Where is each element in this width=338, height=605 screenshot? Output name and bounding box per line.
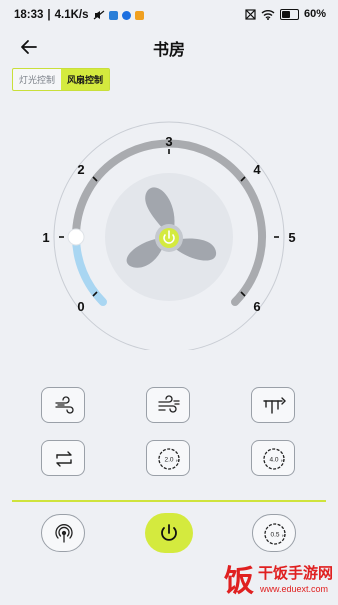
- speed-knob: [67, 228, 85, 246]
- app-notify-icon: [121, 10, 131, 20]
- timer-2h-button[interactable]: 2.0 H: [146, 440, 190, 476]
- level-label-6: 6: [253, 299, 260, 314]
- wind-mode-1-button[interactable]: [41, 387, 85, 423]
- app-notify-icon: [134, 10, 144, 20]
- bottom-divider: [12, 500, 326, 502]
- wind-mode-2-button[interactable]: [146, 387, 190, 423]
- timer-icon: 0.5 H: [264, 523, 286, 545]
- wind-strong-icon: [158, 395, 180, 413]
- level-label-3: 3: [165, 134, 172, 149]
- timer-half-hour-label: 0.5: [270, 532, 279, 539]
- swing-arrows-icon: [56, 451, 72, 467]
- watermark-url: www.eduext.com: [259, 584, 328, 594]
- level-label-0: 0: [77, 299, 84, 314]
- level-label-5: 5: [288, 230, 295, 245]
- tab-fan-control[interactable]: 风扇控制: [61, 69, 110, 90]
- status-bar: 18:33 | 4.1K/s 60%: [14, 8, 326, 21]
- status-time: 18:33: [14, 9, 44, 21]
- timer-icon: 2.0 H: [158, 448, 180, 470]
- tab-light-control[interactable]: 灯光控制: [13, 69, 61, 90]
- app-notify-icon: [108, 10, 118, 20]
- fan-head-icon: [263, 397, 286, 414]
- timer-4h-label: 4.0: [269, 457, 278, 464]
- ion-button[interactable]: [41, 514, 85, 552]
- wifi-icon: [261, 9, 275, 20]
- mode-tabs: 灯光控制 风扇控制: [12, 68, 111, 91]
- level-label-2: 2: [77, 162, 84, 177]
- timer-icon: 4.0 H: [263, 448, 285, 470]
- fan-speed-dial[interactable]: 0 1 2 3 4 5 6: [0, 120, 338, 350]
- main-power-button[interactable]: [145, 513, 193, 553]
- battery-percent: 60%: [303, 8, 326, 20]
- watermark-title: 干饭手游网: [258, 564, 333, 582]
- swing-button[interactable]: [41, 440, 85, 476]
- watermark-logo: 饭: [224, 564, 254, 599]
- mute-icon: [93, 10, 104, 20]
- ion-icon: [55, 524, 73, 543]
- page-title: 书房: [152, 42, 185, 59]
- alarm-off-icon: [245, 8, 256, 20]
- battery-icon: [279, 8, 299, 20]
- level-label-1: 1: [42, 230, 49, 245]
- header: 书房: [0, 32, 338, 62]
- level-label-4: 4: [253, 162, 261, 177]
- speed-active-arc: [72, 233, 107, 306]
- power-icon: [161, 524, 177, 541]
- oscillate-head-button[interactable]: [251, 387, 295, 423]
- network-speed: 4.1K/s: [54, 9, 89, 21]
- site-watermark: 饭 干饭手游网 www.eduext.com: [224, 556, 338, 600]
- timer-half-hour-button[interactable]: 0.5 H: [252, 514, 296, 552]
- wind-icon: [55, 396, 74, 414]
- timer-2h-label: 2.0: [164, 457, 173, 464]
- timer-4h-button[interactable]: 4.0 H: [251, 440, 295, 476]
